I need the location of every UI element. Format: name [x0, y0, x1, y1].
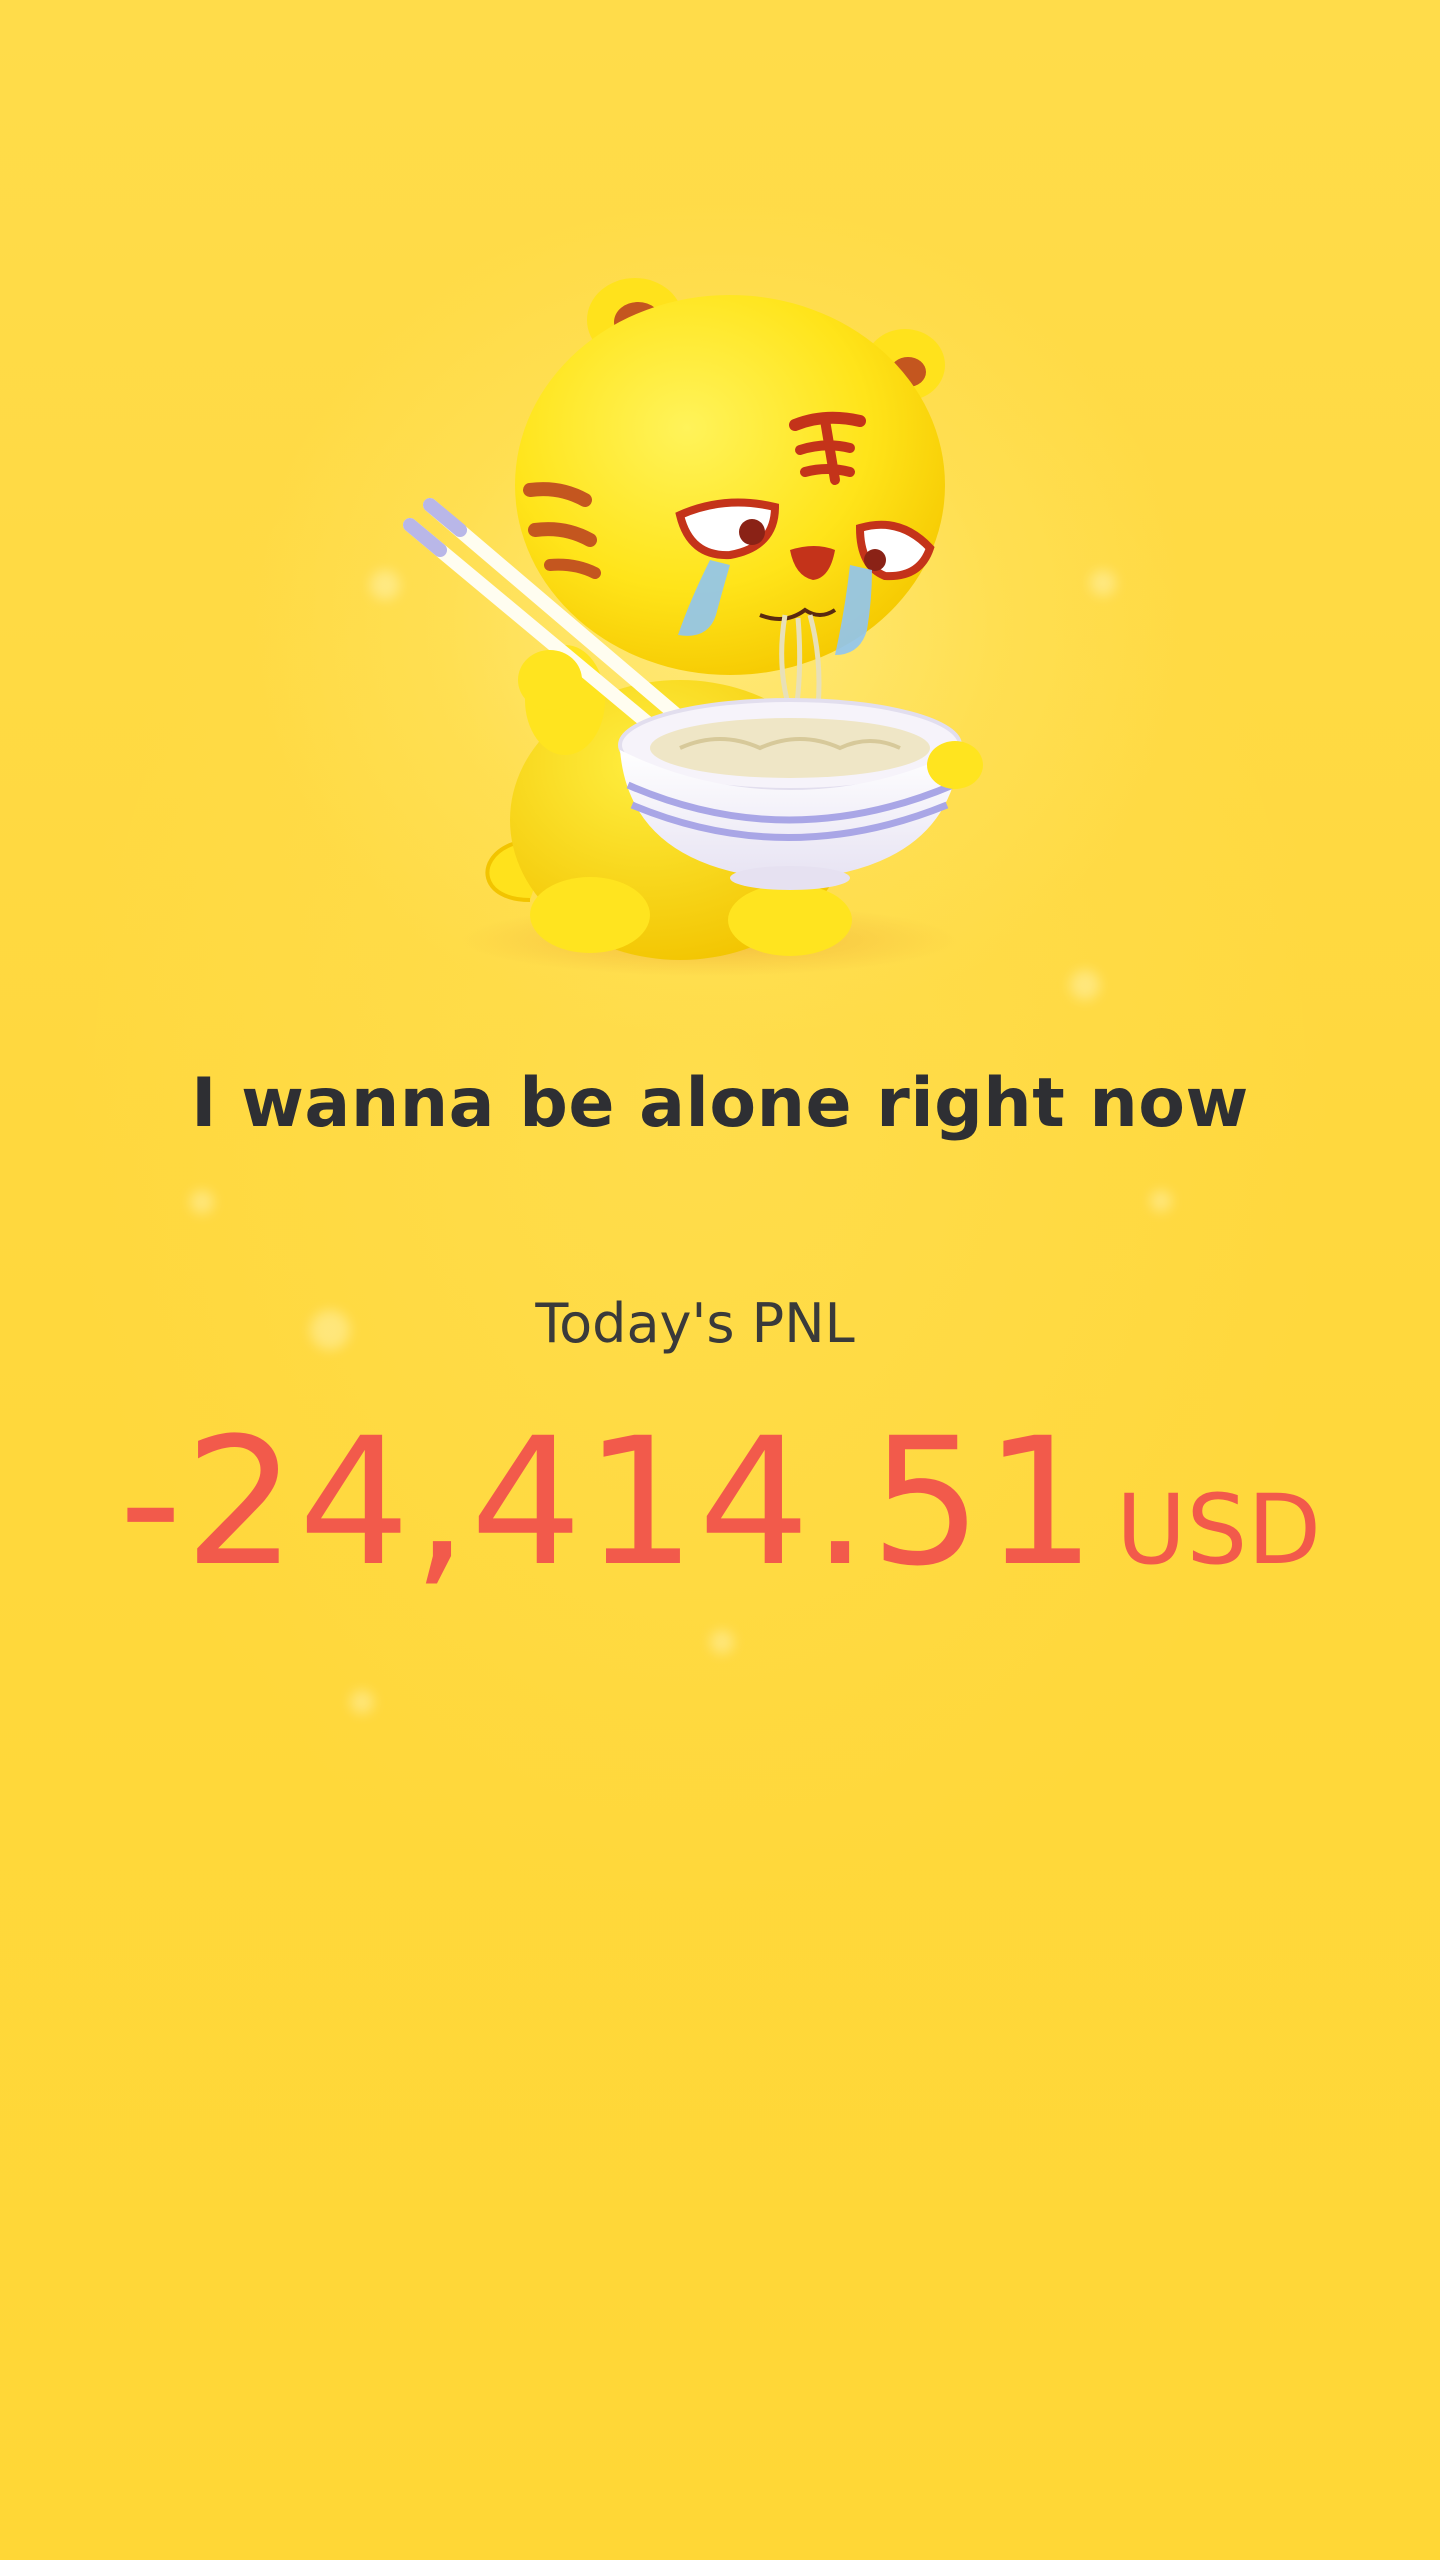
bokeh-light: [350, 1690, 374, 1714]
bokeh-light: [1090, 570, 1116, 596]
page-title: I wanna be alone right now: [191, 1064, 1249, 1143]
bokeh-light: [710, 1630, 734, 1654]
pnl-label: Today's PNL: [535, 1292, 855, 1355]
pnl-value: -24,414.51: [118, 1400, 1099, 1605]
sad-tiger-eating-noodles-icon: [380, 260, 1000, 980]
pnl-currency: USD: [1116, 1474, 1322, 1586]
bokeh-light: [190, 1190, 214, 1214]
bokeh-light: [1150, 1190, 1172, 1212]
pnl-amount: -24,414.51 USD: [0, 1400, 1440, 1605]
bokeh-light: [1070, 970, 1100, 1000]
